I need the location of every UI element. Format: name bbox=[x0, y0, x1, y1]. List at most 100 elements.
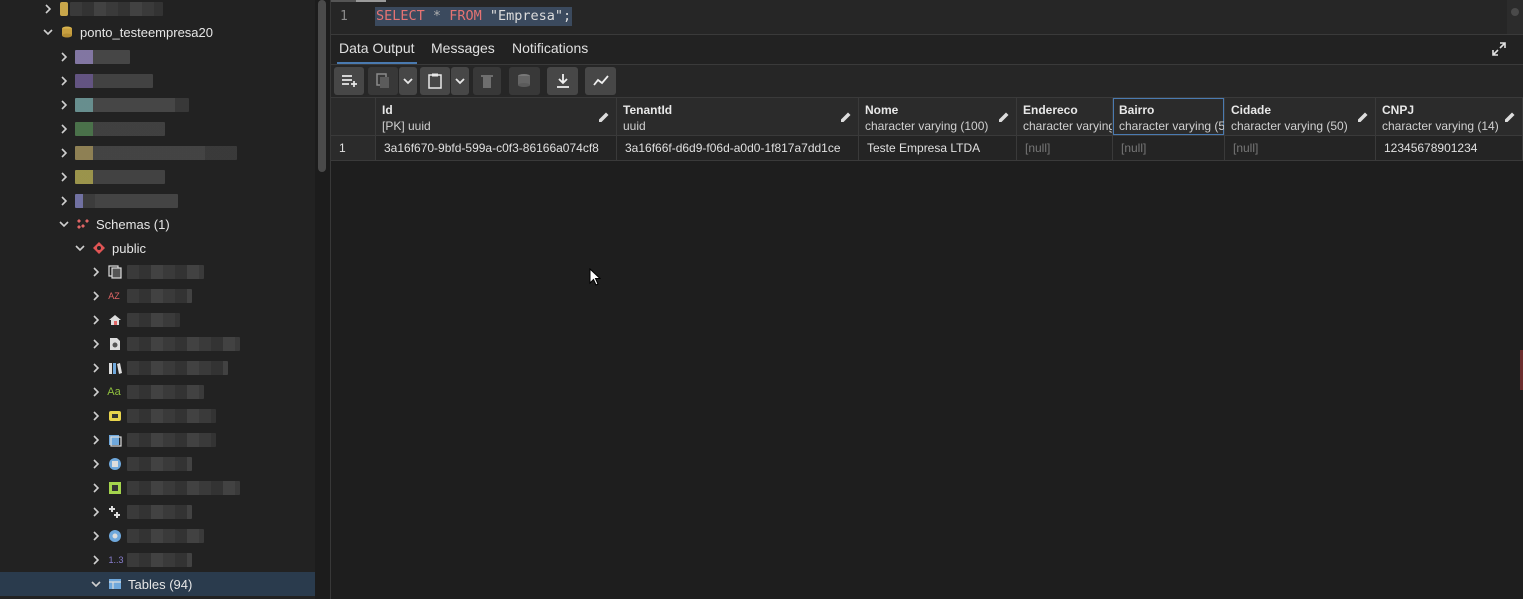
redacted-label bbox=[75, 50, 130, 64]
cell-value: 3a16f670-9bfd-599a-c0f3-86166a074cf8 bbox=[384, 141, 599, 155]
chevron-right-icon[interactable] bbox=[91, 481, 101, 495]
chevron-down-icon bbox=[403, 78, 413, 85]
chevron-right-icon[interactable] bbox=[59, 122, 69, 136]
row-number-header[interactable] bbox=[331, 98, 376, 136]
table-cell[interactable]: Teste Empresa LTDA bbox=[859, 136, 1017, 161]
chevron-right-icon[interactable] bbox=[59, 50, 69, 64]
tree-row-tables[interactable]: Tables (94) bbox=[0, 572, 315, 596]
copy-options-dropdown[interactable] bbox=[399, 67, 417, 95]
column-header-endereco[interactable]: Endereco character varying bbox=[1017, 98, 1113, 136]
column-header-tenantid[interactable]: TenantId uuid bbox=[617, 98, 859, 136]
tab-data-output[interactable]: Data Output bbox=[337, 40, 416, 64]
chevron-right-icon[interactable] bbox=[59, 170, 69, 184]
tree-row-schema-public[interactable]: public bbox=[0, 236, 315, 260]
redacted-label bbox=[127, 553, 192, 567]
tree-row-redacted[interactable] bbox=[0, 404, 315, 428]
chevron-down-icon[interactable] bbox=[91, 577, 101, 591]
chevron-down-icon[interactable] bbox=[75, 241, 85, 255]
column-name: Cidade bbox=[1231, 103, 1272, 117]
chevron-right-icon[interactable] bbox=[91, 313, 101, 327]
tree-row-redacted[interactable] bbox=[0, 428, 315, 452]
paste-button[interactable] bbox=[420, 67, 450, 95]
column-type: uuid bbox=[623, 119, 646, 133]
column-header-bairro[interactable]: Bairro character varying (5 bbox=[1113, 98, 1225, 136]
add-row-button[interactable] bbox=[334, 67, 364, 95]
table-cell[interactable]: 3a16f670-9bfd-599a-c0f3-86166a074cf8 bbox=[376, 136, 617, 161]
chevron-right-icon[interactable] bbox=[91, 553, 101, 567]
column-type: character varying bbox=[1023, 119, 1113, 133]
tree-row-redacted[interactable] bbox=[0, 165, 315, 189]
sql-statement[interactable]: SELECT * FROM "Empresa"; bbox=[375, 7, 573, 26]
tree-row-redacted[interactable] bbox=[0, 141, 315, 165]
edit-pencil-icon[interactable] bbox=[598, 111, 610, 123]
chevron-right-icon[interactable] bbox=[91, 409, 101, 423]
tree-row-redacted[interactable] bbox=[0, 45, 315, 69]
tree-row-database-hidden[interactable] bbox=[0, 0, 315, 21]
graph-visualiser-button[interactable] bbox=[585, 67, 616, 95]
tree-row-redacted[interactable] bbox=[0, 93, 315, 117]
scrollbar-thumb[interactable] bbox=[318, 0, 326, 172]
edit-pencil-icon[interactable] bbox=[1504, 111, 1516, 123]
chevron-right-icon[interactable] bbox=[91, 385, 101, 399]
tree-row-redacted[interactable] bbox=[0, 69, 315, 93]
save-data-button[interactable] bbox=[509, 67, 540, 95]
paste-options-dropdown[interactable] bbox=[451, 67, 469, 95]
chevron-right-icon[interactable] bbox=[91, 265, 101, 279]
table-cell[interactable]: [null] bbox=[1113, 136, 1225, 161]
tab-messages[interactable]: Messages bbox=[431, 40, 495, 56]
editor-scrollbar[interactable] bbox=[1507, 0, 1523, 34]
sidebar-scrollbar[interactable] bbox=[315, 0, 330, 599]
copy-button[interactable] bbox=[368, 67, 398, 95]
chevron-down-icon[interactable] bbox=[43, 25, 53, 39]
tree-row-redacted[interactable]: Aa bbox=[0, 380, 315, 404]
tab-notifications[interactable]: Notifications bbox=[512, 40, 588, 56]
scrollbar-thumb[interactable] bbox=[1511, 8, 1519, 16]
column-header-nome[interactable]: Nome character varying (100) bbox=[859, 98, 1017, 136]
chevron-down-icon[interactable] bbox=[59, 217, 69, 231]
table-cell[interactable]: 12345678901234 bbox=[1376, 136, 1523, 161]
row-number-cell[interactable]: 1 bbox=[331, 136, 376, 161]
redacted-label bbox=[127, 433, 216, 447]
tree-row-schemas[interactable]: Schemas (1) bbox=[0, 212, 315, 236]
tree-row-redacted[interactable] bbox=[0, 476, 315, 500]
table-cell[interactable]: 3a16f66f-d6d9-f06d-a0d0-1f817a7dd1ce bbox=[617, 136, 859, 161]
procedures-icon bbox=[108, 529, 122, 543]
chevron-right-icon[interactable] bbox=[91, 361, 101, 375]
tree-row-redacted[interactable] bbox=[0, 189, 315, 213]
chevron-right-icon[interactable] bbox=[91, 289, 101, 303]
column-header-id[interactable]: Id [PK] uuid bbox=[376, 98, 617, 136]
chevron-right-icon[interactable] bbox=[91, 529, 101, 543]
column-header-cidade[interactable]: Cidade character varying (50) bbox=[1225, 98, 1376, 136]
tree-row-redacted[interactable] bbox=[0, 452, 315, 476]
chevron-right-icon[interactable] bbox=[91, 457, 101, 471]
download-button[interactable] bbox=[547, 67, 578, 95]
tree-row-redacted[interactable] bbox=[0, 500, 315, 524]
column-header-cnpj[interactable]: CNPJ character varying (14) bbox=[1376, 98, 1523, 136]
tree-row-redacted[interactable] bbox=[0, 117, 315, 141]
tree-row-redacted[interactable]: AZ bbox=[0, 284, 315, 308]
tree-row-redacted[interactable] bbox=[0, 332, 315, 356]
chevron-right-icon[interactable] bbox=[59, 194, 69, 208]
tree-row-redacted[interactable] bbox=[0, 524, 315, 548]
chevron-right-icon[interactable] bbox=[91, 433, 101, 447]
chevron-right-icon[interactable] bbox=[91, 505, 101, 519]
tree-row-redacted[interactable] bbox=[0, 308, 315, 332]
tree-row-redacted[interactable] bbox=[0, 260, 315, 284]
edit-pencil-icon[interactable] bbox=[840, 111, 852, 123]
table-cell[interactable]: [null] bbox=[1017, 136, 1113, 161]
tree-row-redacted[interactable]: 1..3 bbox=[0, 548, 315, 572]
tree-row-database[interactable]: ponto_testeempresa20 bbox=[0, 20, 315, 44]
chevron-right-icon[interactable] bbox=[91, 337, 101, 351]
edit-pencil-icon[interactable] bbox=[1357, 111, 1369, 123]
expand-icon[interactable] bbox=[1492, 42, 1506, 56]
edit-pencil-icon[interactable] bbox=[998, 111, 1010, 123]
chevron-right-icon[interactable] bbox=[59, 98, 69, 112]
tree-row-redacted[interactable] bbox=[0, 356, 315, 380]
chevron-right-icon[interactable] bbox=[43, 2, 53, 16]
table-cell[interactable]: [null] bbox=[1225, 136, 1376, 161]
chevron-right-icon[interactable] bbox=[59, 146, 69, 160]
chevron-right-icon[interactable] bbox=[59, 74, 69, 88]
query-editor[interactable]: 1 SELECT * FROM "Empresa"; bbox=[331, 0, 1523, 35]
delete-button[interactable] bbox=[473, 67, 501, 95]
aggregates-icon bbox=[108, 265, 122, 279]
